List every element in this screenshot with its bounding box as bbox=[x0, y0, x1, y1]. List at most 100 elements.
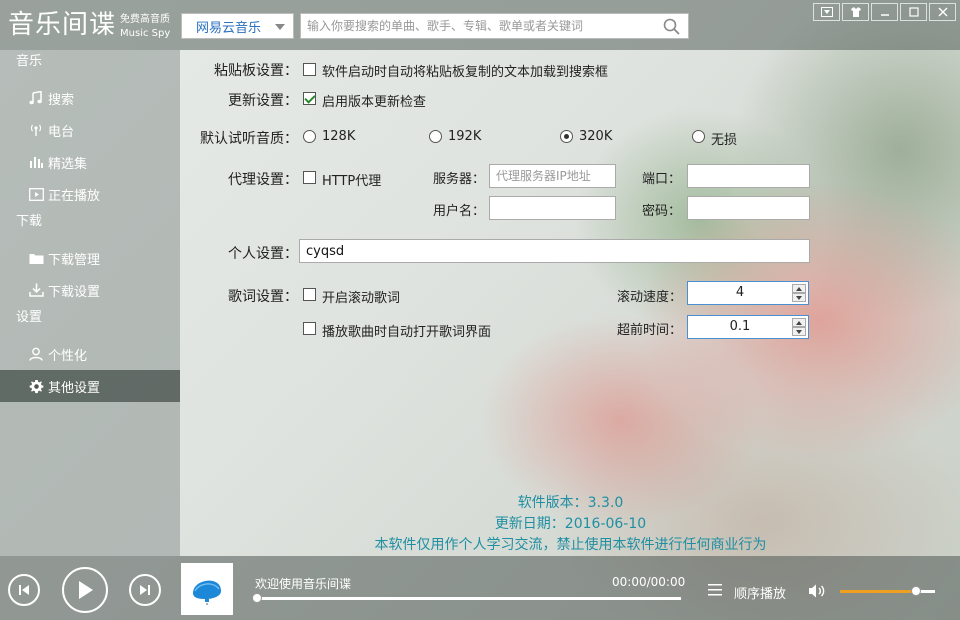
quality-option-320k: 320K bbox=[579, 129, 613, 144]
close-icon[interactable] bbox=[929, 3, 956, 21]
software-version: 软件版本：3.3.0 bbox=[517, 495, 624, 511]
proxy-username-label: 用户名： bbox=[433, 204, 486, 219]
logo-subtitle-cn: 免费高音质 bbox=[120, 14, 171, 25]
proxy-username-input[interactable] bbox=[489, 196, 616, 220]
personal-setting-input[interactable] bbox=[299, 239, 810, 263]
progress-handle[interactable] bbox=[252, 593, 262, 603]
app-logo: 音乐间谍 免费高音质 Music Spy bbox=[8, 8, 170, 42]
sidebar-item-search[interactable]: 搜索 bbox=[0, 82, 180, 114]
logo-subtitle-en: Music Spy bbox=[120, 28, 171, 39]
scroll-speed-label: 滚动速度： bbox=[617, 290, 683, 305]
search-input[interactable] bbox=[301, 14, 651, 38]
advance-time-stepper[interactable]: 0.1 bbox=[687, 315, 809, 339]
sidebar-item-label: 正在播放 bbox=[48, 188, 101, 204]
sidebar-item-download-manager[interactable]: 下载管理 bbox=[0, 242, 180, 274]
next-button[interactable] bbox=[129, 574, 161, 606]
sidebar-item-label: 电台 bbox=[48, 124, 75, 140]
sidebar-item-featured[interactable]: 精选集 bbox=[0, 146, 180, 178]
music-source-select[interactable]: 网易云音乐 bbox=[181, 13, 294, 39]
sidebar-item-radio[interactable]: 电台 bbox=[0, 114, 180, 146]
sidebar-item-download-settings[interactable]: 下载设置 bbox=[0, 274, 180, 306]
minimize-icon[interactable] bbox=[871, 3, 898, 21]
previous-button[interactable] bbox=[8, 574, 40, 606]
quality-radio-192k[interactable] bbox=[429, 130, 442, 143]
sidebar-item-label: 精选集 bbox=[48, 156, 88, 172]
volume-slider[interactable] bbox=[840, 586, 935, 596]
sidebar-section-music: 音乐 bbox=[16, 54, 43, 69]
quality-option-lossless: 无损 bbox=[711, 133, 738, 148]
sidebar-item-label: 搜索 bbox=[48, 92, 75, 108]
album-cover[interactable] bbox=[181, 563, 233, 615]
music-note-icon bbox=[28, 90, 44, 106]
album-art-icon bbox=[193, 580, 221, 605]
sidebar-item-label: 下载管理 bbox=[48, 252, 101, 268]
next-icon bbox=[140, 585, 150, 595]
quality-setting-label: 默认试听音质： bbox=[200, 131, 298, 147]
http-proxy-option-label: HTTP代理 bbox=[322, 174, 382, 189]
scroll-speed-stepper[interactable]: 4 bbox=[687, 281, 809, 305]
sidebar-item-label: 下载设置 bbox=[48, 284, 101, 300]
update-date: 更新日期：2016-06-10 bbox=[494, 516, 647, 532]
clipboard-setting-label: 粘贴板设置： bbox=[214, 63, 298, 79]
playback-time: 00:00/00:00 bbox=[612, 575, 686, 589]
proxy-setting-label: 代理设置： bbox=[228, 172, 298, 188]
http-proxy-checkbox[interactable] bbox=[303, 171, 316, 184]
previous-icon bbox=[19, 585, 29, 595]
proxy-server-label: 服务器： bbox=[433, 172, 486, 187]
play-screen-icon bbox=[28, 186, 44, 202]
scroll-lyrics-option-label: 开启滚动歌词 bbox=[322, 291, 401, 306]
sidebar-item-other-settings[interactable]: 其他设置 bbox=[0, 370, 180, 402]
advance-time-down-icon[interactable] bbox=[792, 327, 806, 336]
proxy-password-input[interactable] bbox=[687, 196, 810, 220]
play-button[interactable] bbox=[62, 567, 108, 613]
play-mode-label[interactable]: 顺序播放 bbox=[734, 583, 786, 602]
sidebar-section-settings: 设置 bbox=[16, 310, 43, 325]
search-box bbox=[300, 13, 689, 39]
scroll-speed-down-icon[interactable] bbox=[792, 293, 806, 302]
skin-icon[interactable] bbox=[842, 3, 869, 21]
clipboard-checkbox[interactable] bbox=[303, 63, 316, 76]
scroll-speed-value: 4 bbox=[735, 285, 745, 300]
proxy-port-label: 端口： bbox=[642, 172, 682, 187]
auto-open-lyrics-checkbox[interactable] bbox=[303, 322, 316, 335]
window-controls bbox=[811, 3, 956, 21]
folder-icon bbox=[28, 250, 44, 266]
quality-radio-lossless[interactable] bbox=[692, 130, 705, 143]
volume-handle[interactable] bbox=[911, 586, 921, 596]
advance-time-up-icon[interactable] bbox=[792, 318, 806, 327]
play-mode-icon[interactable] bbox=[708, 584, 722, 596]
mini-mode-icon[interactable] bbox=[813, 3, 840, 21]
maximize-icon[interactable] bbox=[900, 3, 927, 21]
progress-bar[interactable] bbox=[252, 593, 681, 603]
usage-notice: 本软件仅用作个人学习交流，禁止使用本软件进行任何商业行为 bbox=[374, 537, 767, 553]
update-check-checkbox[interactable] bbox=[303, 92, 316, 105]
chevron-down-icon bbox=[275, 24, 285, 30]
scroll-lyrics-checkbox[interactable] bbox=[303, 288, 316, 301]
sidebar-item-label: 其他设置 bbox=[48, 380, 101, 396]
advance-time-label: 超前时间： bbox=[617, 323, 683, 338]
logo-text: 音乐间谍 bbox=[8, 10, 117, 40]
personal-setting-label: 个人设置： bbox=[228, 246, 298, 262]
sidebar-section-download: 下载 bbox=[16, 214, 43, 229]
logo-subtitle: 免费高音质 Music Spy bbox=[120, 13, 170, 41]
proxy-server-input[interactable] bbox=[489, 164, 616, 188]
proxy-port-input[interactable] bbox=[687, 164, 810, 188]
play-icon bbox=[79, 581, 93, 599]
volume-icon[interactable] bbox=[808, 583, 826, 599]
sidebar-item-label: 个性化 bbox=[48, 348, 88, 364]
title-bar: 音乐间谍 免费高音质 Music Spy 网易云音乐 bbox=[0, 0, 960, 50]
proxy-password-label: 密码： bbox=[642, 204, 682, 219]
user-icon bbox=[28, 346, 44, 362]
scroll-speed-up-icon[interactable] bbox=[792, 284, 806, 293]
player-bar: 欢迎使用音乐间谍 00:00/00:00 顺序播放 bbox=[0, 556, 960, 620]
lyrics-setting-label: 歌词设置： bbox=[228, 289, 298, 305]
bars-icon bbox=[28, 154, 44, 170]
music-source-value: 网易云音乐 bbox=[196, 20, 262, 36]
sidebar-item-personalize[interactable]: 个性化 bbox=[0, 338, 180, 370]
sidebar-item-now-playing[interactable]: 正在播放 bbox=[0, 178, 180, 210]
quality-radio-128k[interactable] bbox=[303, 130, 316, 143]
update-setting-label: 更新设置： bbox=[228, 93, 298, 109]
search-icon[interactable] bbox=[663, 18, 680, 35]
quality-radio-320k[interactable] bbox=[560, 130, 573, 143]
sidebar: 音乐 搜索 电台 精选集 正在播放 下载 下载管理 下载设置 设置 个性化 其他… bbox=[0, 50, 180, 556]
